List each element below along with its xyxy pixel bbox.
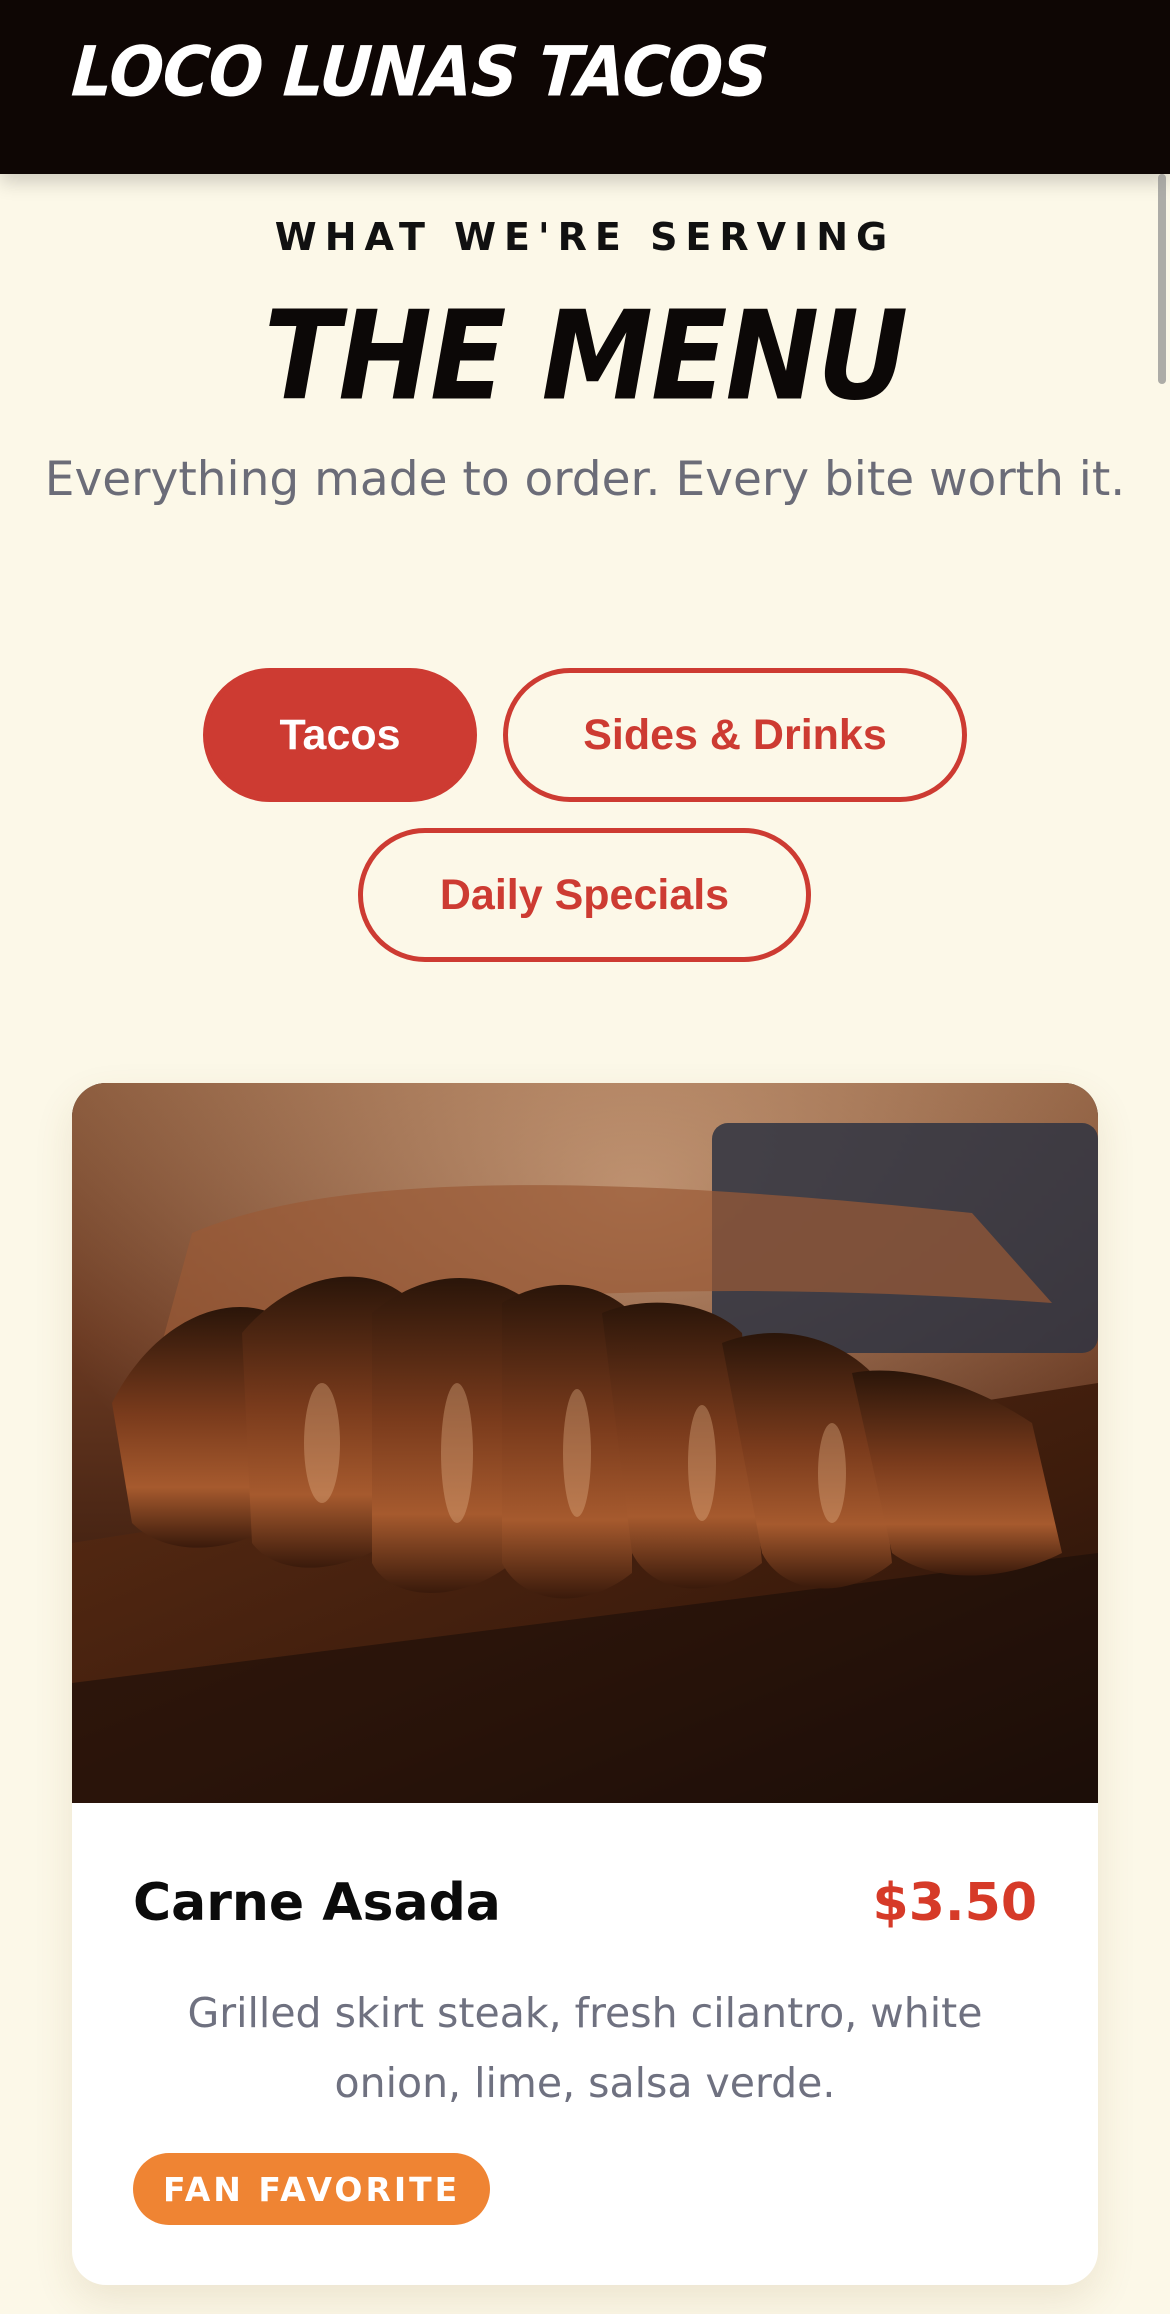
menu-item-name: Carne Asada [133, 1873, 501, 1933]
tab-sides-drinks[interactable]: Sides & Drinks [503, 668, 967, 802]
menu-item-photo [72, 1083, 1098, 1803]
menu-item-description: Grilled skirt steak, fresh cilantro, whi… [187, 1989, 983, 2107]
tab-tacos[interactable]: Tacos [203, 668, 477, 802]
fan-favorite-badge: FAN FAVORITE [133, 2153, 491, 2225]
menu-item-price: $3.50 [872, 1873, 1037, 1933]
page-subtitle: Everything made to order. Every bite wor… [44, 452, 1126, 507]
site-header: LOCO LUNAS TACOS [0, 0, 1170, 174]
section-eyebrow: WHAT WE'RE SERVING [274, 215, 896, 259]
page-scrollbar[interactable] [1158, 174, 1166, 384]
tab-daily-specials[interactable]: Daily Specials [358, 828, 811, 962]
page-title: THE MENU [263, 285, 908, 428]
menu-item-card[interactable]: Carne Asada $3.50 Grilled skirt steak, f… [72, 1083, 1098, 2285]
site-logo[interactable]: LOCO LUNAS TACOS [69, 33, 770, 113]
